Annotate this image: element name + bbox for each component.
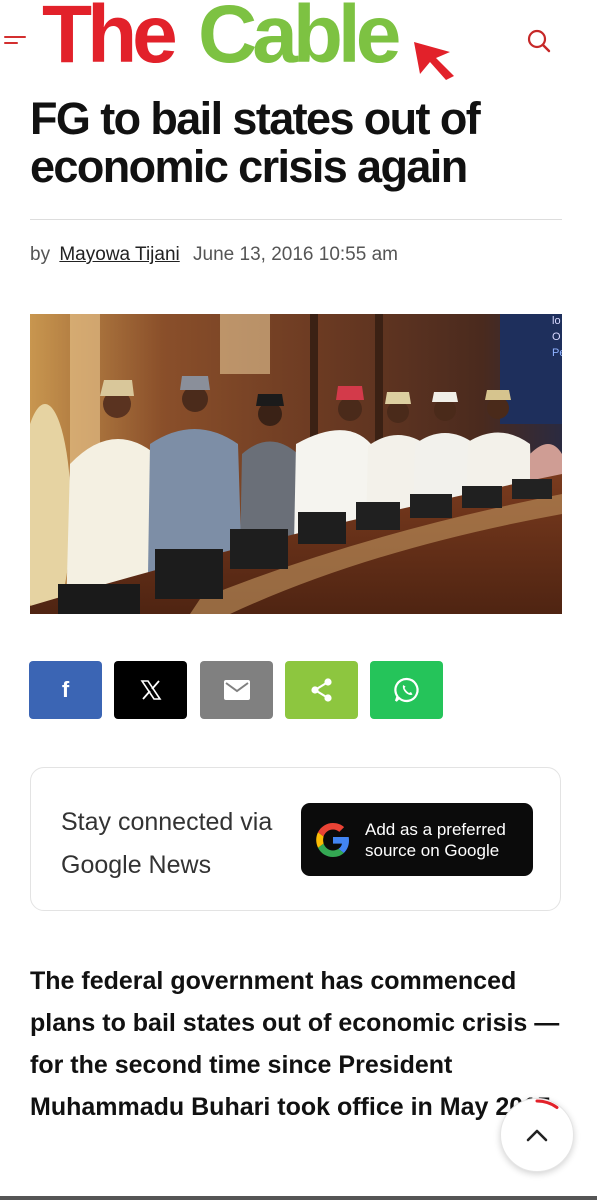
share-x-button[interactable] [114,661,187,719]
share-whatsapp-button[interactable] [370,661,443,719]
reading-progress-ring [535,1099,559,1109]
share-facebook-button[interactable]: f [29,661,102,719]
bottom-border [0,1196,597,1200]
svg-text:Pe: Pe [552,347,562,359]
logo-cursor-icon [414,42,454,80]
share-icon [310,678,332,702]
byline: by Mayowa Tijani June 13, 2016 10:55 am [30,244,398,266]
logo-the: The [42,0,175,80]
logo-cable: Cable [198,0,399,80]
site-header: The Cable [0,0,597,84]
menu-button[interactable] [4,32,28,50]
article-hero-image: lo O Pe [30,314,562,614]
google-news-card: Stay connected via Google News Add as a … [30,767,561,911]
x-icon [140,680,161,700]
thecable-logo: The Cable [42,0,454,80]
search-icon [527,29,551,53]
site-logo[interactable]: The Cable [42,0,462,82]
publish-date: June 13, 2016 10:55 am [193,244,398,265]
email-icon [223,680,250,700]
title-divider [30,219,562,220]
article-lead-paragraph: The federal government has commenced pla… [30,967,560,1121]
svg-text:O: O [552,331,561,343]
google-preferred-source-label: Add as a preferred source on Google [365,820,506,860]
hamburger-icon [4,36,26,38]
author-link[interactable]: Mayowa Tijani [59,244,179,265]
hero-photo: lo O Pe [30,314,562,614]
whatsapp-icon [393,677,419,703]
search-button[interactable] [526,28,552,54]
google-g-icon [316,823,349,857]
facebook-icon: f [61,677,70,702]
google-news-prompt: Stay connected via Google News [61,808,273,879]
share-email-button[interactable] [200,661,273,719]
google-preferred-source-button[interactable]: Add as a preferred source on Google [301,803,533,876]
byline-prefix: by [30,244,51,265]
scroll-to-top-button[interactable] [500,1098,574,1172]
article-title: FG to bail states out of economic crisis… [30,93,481,192]
svg-text:lo: lo [552,315,561,327]
share-generic-button[interactable] [285,661,358,719]
